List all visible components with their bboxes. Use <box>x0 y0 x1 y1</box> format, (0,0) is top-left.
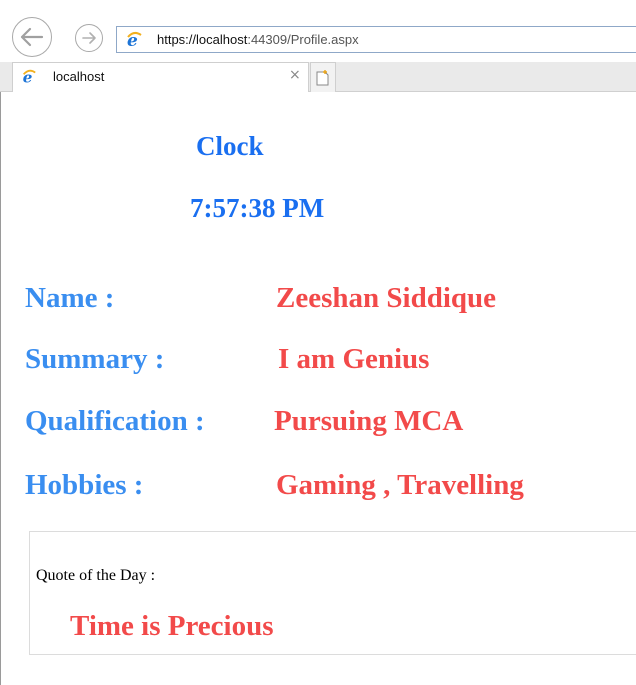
svg-text:e: e <box>23 69 33 85</box>
back-button[interactable] <box>12 17 52 57</box>
ie-logo-icon: e <box>127 31 142 49</box>
svg-text:e: e <box>127 31 138 49</box>
quote-panel: Quote of the Day : Time is Precious <box>29 531 636 655</box>
ie-tab-icon: e <box>23 69 36 85</box>
summary-label: Summary : <box>25 343 165 375</box>
clock-time: 7:57:38 PM <box>190 193 325 223</box>
qualification-label: Qualification : <box>25 405 205 437</box>
quote-label: Quote of the Day : <box>36 567 156 584</box>
name-value: Zeeshan Siddique <box>276 282 497 314</box>
window-left-border <box>0 0 1 685</box>
qualification-value: Pursuing MCA <box>274 405 464 437</box>
tab-title: localhost <box>53 69 105 84</box>
browser-chrome: e https://localhost:44309/Profile.aspx e… <box>0 0 636 92</box>
hobbies-label: Hobbies : <box>25 469 144 501</box>
new-tab-icon <box>316 69 329 85</box>
forward-arrow-icon <box>82 32 96 44</box>
summary-value: I am Genius <box>278 343 430 375</box>
tab-close-icon[interactable]: × <box>289 67 301 83</box>
url-rest: :44309/Profile.aspx <box>247 32 359 47</box>
forward-button[interactable] <box>75 24 103 52</box>
tab-bar: e localhost × <box>0 62 636 92</box>
new-tab-button[interactable] <box>310 62 336 92</box>
hobbies-value: Gaming , Travelling <box>276 469 524 501</box>
clock-label: Clock <box>196 131 264 161</box>
quote-text: Time is Precious <box>70 610 274 642</box>
address-bar[interactable]: e https://localhost:44309/Profile.aspx <box>116 26 636 53</box>
name-label: Name : <box>25 282 115 314</box>
url-text: https://localhost:44309/Profile.aspx <box>157 32 359 47</box>
url-prefix: https://localhost <box>157 32 248 47</box>
tab-localhost[interactable]: e localhost × <box>12 62 309 92</box>
back-arrow-icon <box>20 27 44 47</box>
